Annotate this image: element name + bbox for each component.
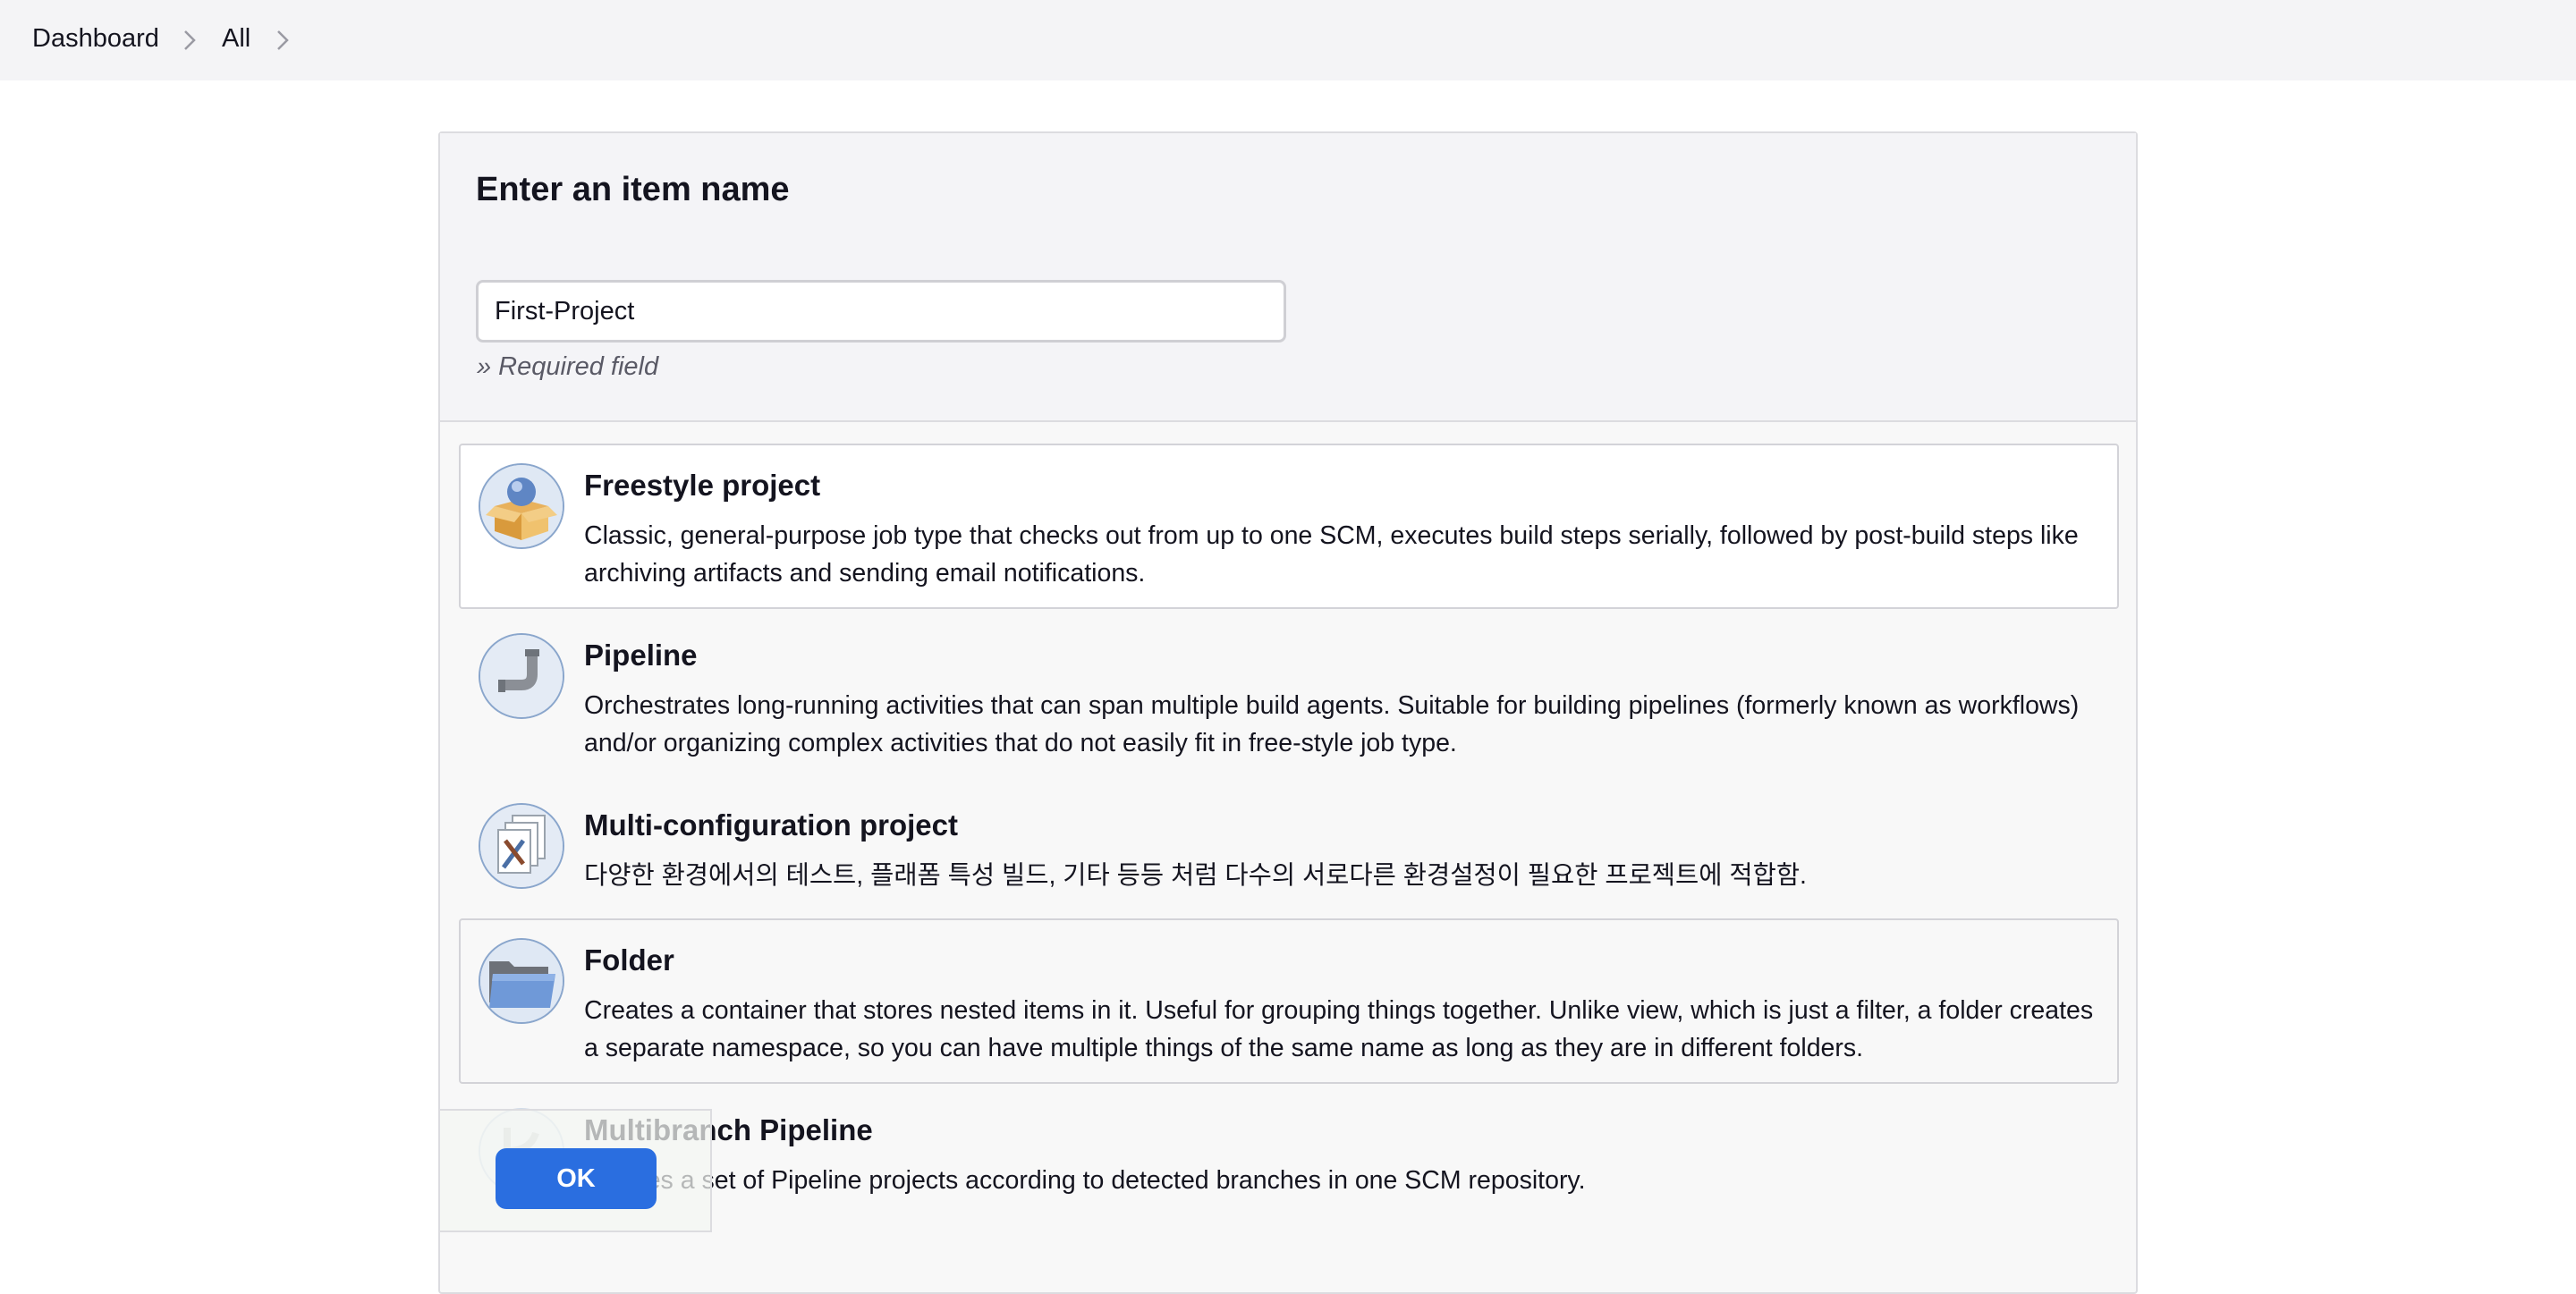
item-name-input[interactable] (476, 280, 1286, 343)
item-type-name: Folder (584, 943, 674, 977)
item-type-description: Classic, general-purpose job type that c… (584, 521, 2079, 588)
page-title: Enter an item name (476, 171, 790, 208)
item-type-description: Orchestrates long-running activities tha… (584, 691, 2080, 757)
pipe-icon (479, 633, 564, 719)
item-type-multi-configuration[interactable]: Multi-configuration project 다양한 환경에서의 테스… (459, 783, 2119, 918)
item-type-description: Creates a set of Pipeline projects accor… (584, 1166, 1586, 1195)
item-type-description: Creates a container that stores nested i… (584, 996, 2094, 1062)
item-type-description: 다양한 환경에서의 테스트, 플래폼 특성 빌드, 기타 등등 처럼 다수의 서… (584, 861, 1807, 890)
item-type-name: Pipeline (584, 639, 698, 672)
item-type-pipeline[interactable]: Pipeline Orchestrates long-running activ… (459, 613, 2119, 779)
item-type-name: Freestyle project (584, 469, 821, 502)
freestyle-box-icon (479, 463, 564, 549)
item-type-name: Multi-configuration project (584, 808, 958, 842)
item-name-header: Enter an item name » Required field (440, 133, 2136, 422)
item-type-folder[interactable]: Folder Creates a container that stores n… (459, 918, 2119, 1084)
breadcrumb-dashboard[interactable]: Dashboard (32, 24, 159, 54)
item-type-freestyle[interactable]: Freestyle project Classic, general-purpo… (459, 444, 2119, 609)
breadcrumb-all[interactable]: All (222, 24, 250, 54)
documents-tools-icon (479, 803, 564, 889)
chevron-right-icon[interactable] (180, 27, 199, 54)
breadcrumb: Dashboard All (0, 0, 2576, 80)
ok-button[interactable]: OK (496, 1148, 657, 1209)
folder-icon (479, 938, 564, 1024)
required-field-hint: » Required field (477, 352, 659, 381)
chevron-right-icon[interactable] (273, 27, 292, 54)
